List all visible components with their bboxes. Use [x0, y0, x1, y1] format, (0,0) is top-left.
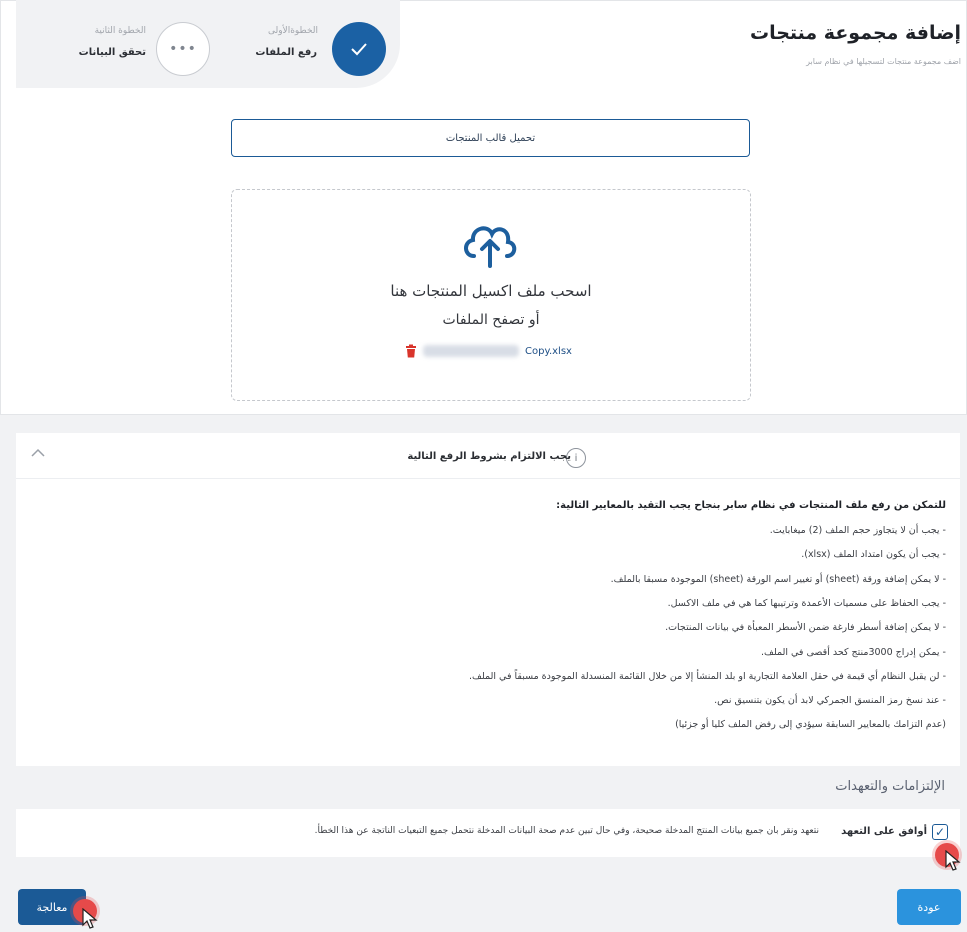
page-subtitle: اضف مجموعة منتجات لتسجيلها في نظام سابر — [806, 57, 961, 66]
rule-item: - لن يقبل النظام أي قيمة في حقل العلامة … — [469, 671, 946, 682]
rule-item: - يجب أن يكون امتداد الملف (xlsx). — [801, 549, 946, 560]
dropzone-title: اسحب ملف اكسيل المنتجات هنا — [390, 282, 592, 300]
back-button[interactable]: عودة — [897, 889, 961, 925]
rule-item: - لا يمكن إضافة ورقة (sheet) أو تغيير اس… — [610, 574, 946, 585]
rule-item: - لا يمكن إضافة أسطر فارغة ضمن الأسطر ال… — [665, 622, 946, 633]
step1-label: الخطوةالأولى — [267, 26, 318, 36]
rule-item: - يجب الحفاظ على مسميات الأعمدة وترتيبها… — [667, 598, 946, 609]
commitments-heading: الإلتزامات والتعهدات — [835, 779, 945, 794]
commitment-text: نتعهد ونقر بان جميع بيانات المنتج المدخل… — [314, 826, 819, 836]
agree-label[interactable]: أوافق على التعهد — [841, 826, 927, 837]
step2-label: الخطوة الثانية — [94, 26, 146, 36]
mouse-cursor-icon — [82, 908, 98, 929]
file-name-redacted — [423, 345, 519, 357]
uploaded-file-row: Copy.xlsx — [405, 343, 572, 359]
cloud-upload-icon — [464, 226, 517, 268]
file-name: Copy.xlsx — [525, 345, 572, 357]
step2-title: تحقق البيانات — [78, 47, 146, 58]
rules-title: يجب الالتزام بشروط الرفع التالية — [407, 451, 571, 462]
page-title: إضافة مجموعة منتجات — [749, 22, 961, 44]
rule-item: - عند نسخ رمز المنسق الجمركي لابد أن يكو… — [714, 695, 946, 706]
browse-files-link[interactable]: أو تصفح الملفات — [231, 312, 751, 328]
mouse-cursor-icon — [945, 850, 961, 871]
agree-checkbox[interactable]: ✓ — [932, 824, 948, 840]
rule-item: - يمكن إدراج 3000منتج كحد أقصى في الملف. — [760, 647, 946, 658]
download-template-button[interactable]: تحميل قالب المنتجات — [231, 119, 750, 157]
rule-item: (عدم التزامك بالمعايير السابقة سيؤدي إلى… — [675, 719, 946, 730]
delete-file-icon[interactable] — [405, 344, 417, 358]
chevron-up-icon[interactable] — [30, 447, 46, 459]
rules-intro: للتمكن من رفع ملف المنتجات في نظام سابر … — [556, 500, 946, 511]
step2-pending-icon: ••• — [156, 22, 210, 76]
rule-item: - يجب أن لا يتجاوز حجم الملف (2) ميغاباي… — [769, 525, 946, 536]
step1-check-icon — [332, 22, 386, 76]
step1-title: رفع الملفات — [255, 47, 317, 58]
